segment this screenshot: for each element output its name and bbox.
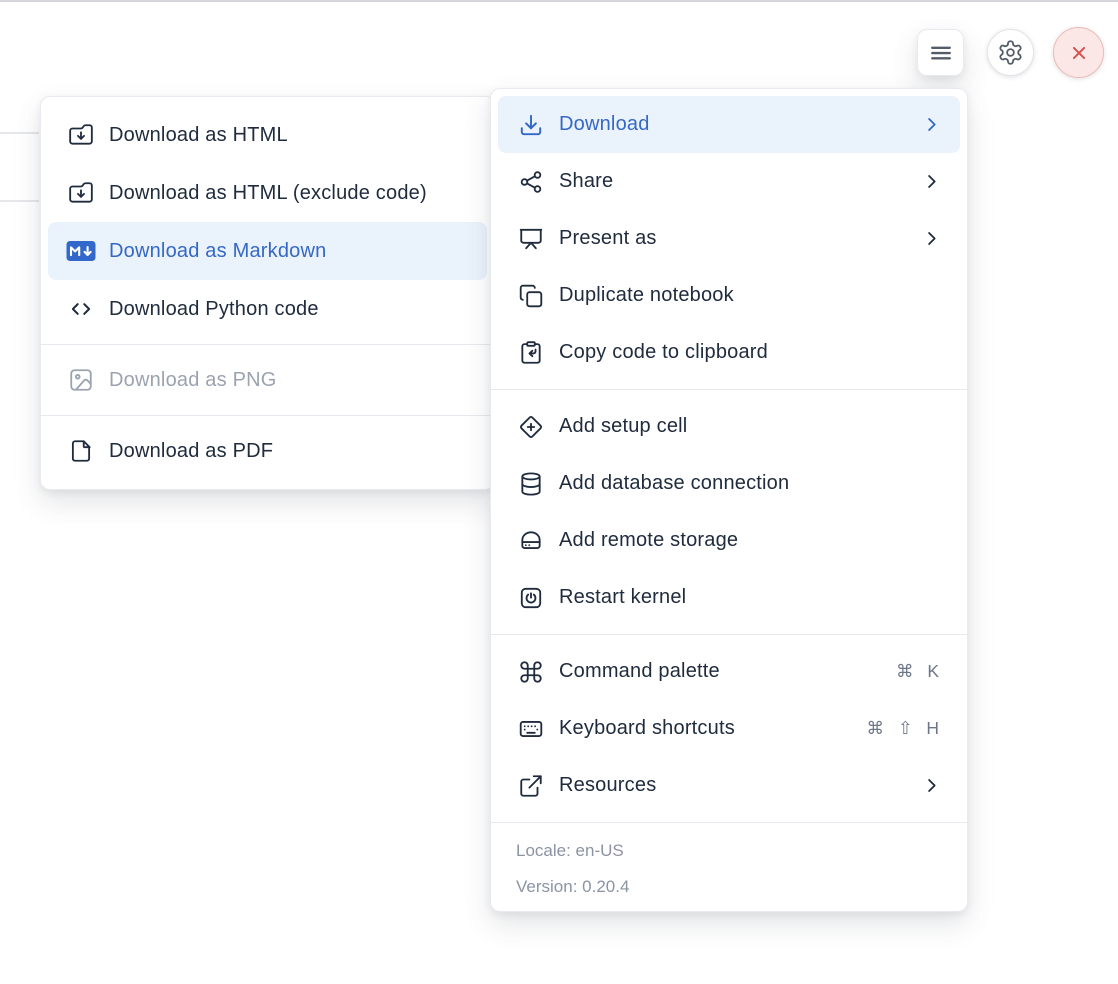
menu-item-label: Download as Markdown [109,240,487,263]
menu-button[interactable] [917,29,964,76]
page-top-border [0,0,1118,2]
menu-item-label: Download as HTML (exclude code) [109,182,494,205]
menu-item-share[interactable]: Share [491,153,967,210]
chevron-right-icon [922,115,941,134]
menu-item-label: Download Python code [109,298,494,321]
menu-item-label: Download as PDF [109,440,494,463]
menu-item-label: Restart kernel [559,586,967,609]
markdown-icon [66,240,96,262]
menu-separator [491,389,967,390]
diamond-plus-icon [516,414,546,440]
folder-download-icon [66,122,96,148]
close-button[interactable] [1053,27,1104,78]
menu-separator [41,415,494,416]
hamburger-icon [926,38,956,68]
menu-item-download[interactable]: Download [498,96,960,153]
menu-item-label: Resources [559,774,922,797]
menu-item-command-palette[interactable]: Command palette ⌘ K [491,643,967,700]
page-divider [0,200,39,202]
page-divider [0,132,39,134]
menu-item-label: Share [559,170,922,193]
menu-item-keyboard-shortcuts[interactable]: Keyboard shortcuts ⌘ ⇧ H [491,700,967,757]
menu-item-add-setup-cell[interactable]: Add setup cell [491,398,967,455]
shortcut-hint: ⌘ K [896,661,941,682]
menu-item-label: Keyboard shortcuts [559,717,866,740]
keyboard-icon [516,716,546,742]
menu-footer: Locale: en-US Version: 0.20.4 [491,822,967,911]
chevron-right-icon [922,172,941,191]
chevron-right-icon [922,229,941,248]
menu-item-add-remote-storage[interactable]: Add remote storage [491,512,967,569]
shortcut-hint: ⌘ ⇧ H [866,718,941,739]
code-icon [66,296,96,322]
menu-item-label: Download as PNG [109,369,494,392]
folder-download-icon [66,180,96,206]
locale-text: Locale: en-US [516,833,942,869]
chevron-right-icon [922,776,941,795]
menu-item-restart-kernel[interactable]: Restart kernel [491,569,967,626]
gear-icon [997,39,1024,66]
menu-item-download-as-markdown[interactable]: Download as Markdown [48,222,487,280]
menu-item-download-as-png[interactable]: Download as PNG [41,351,494,409]
menu-item-label: Add setup cell [559,415,967,438]
menu-item-download-as-pdf[interactable]: Download as PDF [41,422,494,480]
menu-item-duplicate-notebook[interactable]: Duplicate notebook [491,267,967,324]
close-icon [1066,40,1092,66]
download-icon [516,112,546,138]
menu-item-label: Present as [559,227,922,250]
presentation-icon [516,226,546,252]
menu-item-label: Command palette [559,660,896,683]
storage-icon [516,528,546,554]
power-icon [516,585,546,611]
menu-item-resources[interactable]: Resources [491,757,967,814]
file-icon [66,438,96,464]
menu-item-label: Duplicate notebook [559,284,967,307]
database-icon [516,471,546,497]
clipboard-arrow-icon [516,340,546,366]
image-icon [66,367,96,393]
notebook-menu: Download Share Present as Duplicate note… [490,88,968,912]
menu-item-label: Add remote storage [559,529,967,552]
settings-button[interactable] [987,29,1034,76]
menu-item-download-as-html-exclude-code[interactable]: Download as HTML (exclude code) [41,164,494,222]
version-text: Version: 0.20.4 [516,869,942,905]
menu-item-label: Download as HTML [109,124,494,147]
menu-item-label: Copy code to clipboard [559,341,967,364]
share-icon [516,169,546,195]
download-submenu: Download as HTML Download as HTML (exclu… [40,96,495,490]
menu-item-copy-code-to-clipboard[interactable]: Copy code to clipboard [491,324,967,381]
menu-separator [491,634,967,635]
menu-item-add-database-connection[interactable]: Add database connection [491,455,967,512]
menu-item-download-python-code[interactable]: Download Python code [41,280,494,338]
duplicate-icon [516,283,546,309]
menu-separator [41,344,494,345]
menu-item-download-as-html[interactable]: Download as HTML [41,106,494,164]
menu-item-label: Download [559,113,922,136]
menu-item-present-as[interactable]: Present as [491,210,967,267]
menu-item-label: Add database connection [559,472,967,495]
external-link-icon [516,773,546,799]
command-icon [516,659,546,685]
